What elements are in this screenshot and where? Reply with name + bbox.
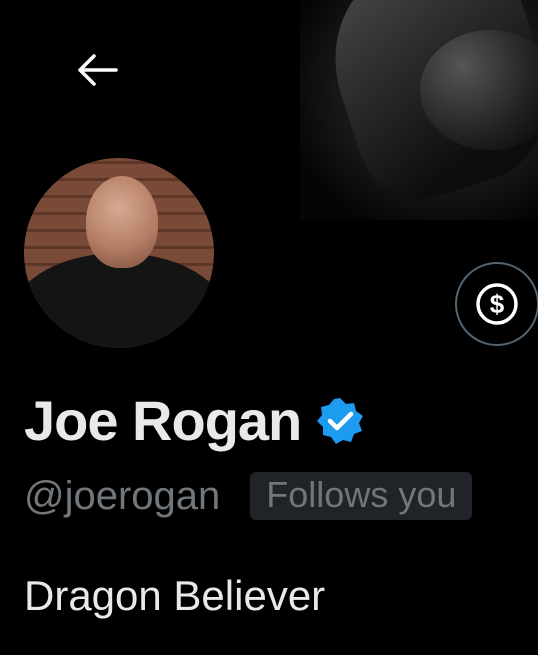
profile-banner[interactable]: [300, 0, 538, 220]
name-row: Joe Rogan: [24, 388, 365, 453]
display-name: Joe Rogan: [24, 389, 302, 452]
follows-you-badge: Follows you: [250, 472, 473, 520]
tip-button[interactable]: $: [455, 262, 538, 346]
back-button[interactable]: [74, 50, 120, 90]
avatar[interactable]: [24, 158, 214, 348]
handle: @joerogan: [24, 473, 221, 518]
dollar-sign-icon: $: [476, 283, 518, 325]
arrow-left-icon: [78, 54, 118, 86]
bio: Dragon Believer: [24, 572, 326, 619]
svg-text:$: $: [490, 289, 505, 319]
avatar-head: [86, 176, 158, 268]
handle-row: @joerogan Follows you: [24, 472, 473, 520]
verified-badge-icon[interactable]: [315, 396, 365, 446]
